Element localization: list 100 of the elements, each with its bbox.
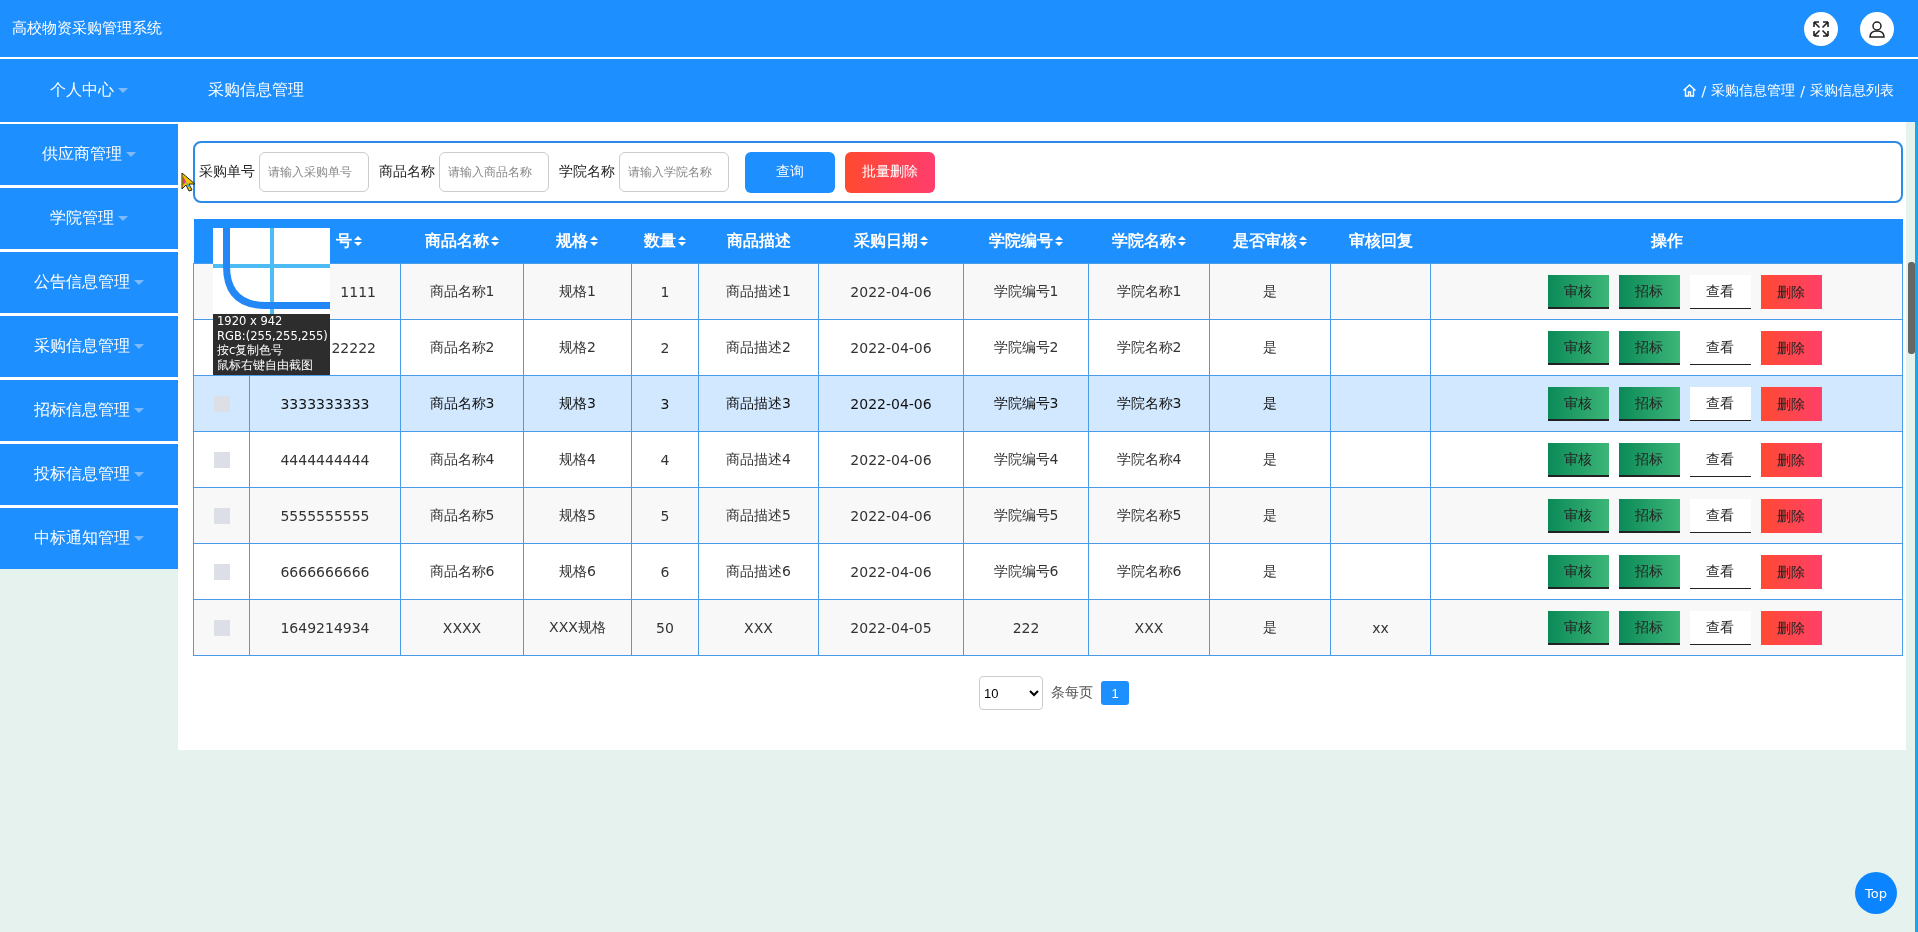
sidebar-item-label: 采购信息管理 xyxy=(34,336,130,357)
table-cell: 2022-04-06 xyxy=(818,263,964,320)
delete-button[interactable]: 删除 xyxy=(1760,610,1822,645)
column-header[interactable]: 规格 xyxy=(523,219,632,264)
fullscreen-icon xyxy=(1812,19,1830,38)
table-cell: 2022-04-06 xyxy=(818,375,964,432)
table-cell: 学院名称4 xyxy=(1088,431,1210,488)
search-field[interactable]: 请输入学院名称 xyxy=(619,152,729,192)
page-size-select[interactable]: 10 xyxy=(979,676,1043,710)
page-number[interactable]: 1 xyxy=(1101,681,1129,705)
sort-icon[interactable] xyxy=(1053,235,1064,247)
action-button[interactable]: 招标 xyxy=(1618,442,1680,477)
row-checkbox[interactable] xyxy=(213,508,230,524)
sidebar-item[interactable]: 个人中心 xyxy=(0,59,178,122)
sidebar-item[interactable]: 供应商管理 xyxy=(0,124,178,185)
sort-icon[interactable] xyxy=(918,235,929,247)
table-cell: 学院编号6 xyxy=(963,543,1089,600)
page-size-label: 条每页 xyxy=(1051,684,1093,702)
table-cell: 学院名称1 xyxy=(1088,263,1210,320)
fullscreen-button[interactable] xyxy=(1804,11,1838,46)
table-cell: 规格3 xyxy=(523,375,632,432)
view-button[interactable]: 查看 xyxy=(1689,610,1751,645)
action-button[interactable]: 招标 xyxy=(1618,610,1680,645)
action-button[interactable]: 招标 xyxy=(1618,386,1680,421)
view-button[interactable]: 查看 xyxy=(1689,498,1751,533)
caret-icon xyxy=(134,280,144,285)
sidebar-item[interactable]: 学院管理 xyxy=(0,188,178,249)
batch-delete-button[interactable]: 批量删除 xyxy=(845,151,935,193)
sidebar-item-label: 中标通知管理 xyxy=(34,528,130,549)
user-button[interactable] xyxy=(1860,11,1894,46)
scrollbar-thumb[interactable] xyxy=(1908,262,1915,354)
column-header: 商品描述 xyxy=(698,219,819,264)
sort-icon[interactable] xyxy=(489,235,500,247)
table-cell: 是 xyxy=(1209,431,1331,488)
action-button[interactable]: 招标 xyxy=(1618,274,1680,309)
action-button[interactable]: 审核 xyxy=(1547,330,1609,365)
action-button[interactable]: 招标 xyxy=(1618,330,1680,365)
action-button[interactable]: 审核 xyxy=(1547,386,1609,421)
sidebar-item[interactable]: 投标信息管理 xyxy=(0,444,178,505)
table-cell: 商品名称3 xyxy=(400,375,524,432)
home-icon[interactable] xyxy=(1681,83,1697,98)
caret-icon xyxy=(134,536,144,541)
breadcrumb-link[interactable]: 采购信息管理 xyxy=(1711,81,1796,100)
action-button[interactable]: 审核 xyxy=(1547,554,1609,589)
column-header[interactable]: 采购日期 xyxy=(818,219,964,264)
back-to-top-button[interactable]: Top xyxy=(1855,872,1897,914)
action-button[interactable]: 招标 xyxy=(1618,554,1680,589)
sidebar-item[interactable]: 中标通知管理 xyxy=(0,508,178,569)
action-button[interactable]: 审核 xyxy=(1547,610,1609,645)
sidebar-item[interactable]: 招标信息管理 xyxy=(0,380,178,441)
cursor-icon xyxy=(181,172,197,192)
column-header[interactable]: 商品名称 xyxy=(400,219,524,264)
action-button[interactable]: 招标 xyxy=(1618,498,1680,533)
table-cell: xx xyxy=(1330,599,1431,656)
delete-button[interactable]: 删除 xyxy=(1760,386,1822,421)
column-header[interactable]: 学院编号 xyxy=(963,219,1089,264)
view-button[interactable]: 查看 xyxy=(1689,386,1751,421)
table-cell: 5 xyxy=(631,487,699,544)
action-button[interactable]: 审核 xyxy=(1547,498,1609,533)
row-checkbox[interactable] xyxy=(213,396,230,412)
sort-icon[interactable] xyxy=(1297,235,1308,247)
search-field[interactable]: 请输入商品名称 xyxy=(439,152,549,192)
search-field[interactable]: 请输入采购单号 xyxy=(259,152,369,192)
table-cell: 4 xyxy=(631,431,699,488)
view-button[interactable]: 查看 xyxy=(1689,274,1751,309)
sort-icon[interactable] xyxy=(589,235,599,247)
column-header[interactable]: 是否审核 xyxy=(1209,219,1331,264)
table-cell: 学院名称6 xyxy=(1088,543,1210,600)
table-cell: XXXX xyxy=(400,599,524,656)
column-header[interactable]: 数量 xyxy=(631,219,699,264)
delete-button[interactable]: 删除 xyxy=(1760,442,1822,477)
table-cell: 商品名称6 xyxy=(400,543,524,600)
search-button[interactable]: 查询 xyxy=(745,151,835,193)
row-checkbox[interactable] xyxy=(213,620,230,636)
delete-button[interactable]: 删除 xyxy=(1760,554,1822,589)
table-cell: XXX xyxy=(698,599,819,656)
row-checkbox[interactable] xyxy=(213,564,230,580)
sidebar-item[interactable]: 公告信息管理 xyxy=(0,252,178,313)
scrollbar[interactable] xyxy=(1906,122,1918,932)
caret-icon xyxy=(118,216,128,221)
table-cell: 商品名称1 xyxy=(400,263,524,320)
table-cell: 6666666666 xyxy=(249,543,401,600)
sort-icon[interactable] xyxy=(352,235,363,247)
action-button[interactable]: 审核 xyxy=(1547,274,1609,309)
sort-icon[interactable] xyxy=(1176,235,1187,247)
sidebar-item[interactable]: 采购信息管理 xyxy=(0,316,178,377)
table-cell: 3333333333 xyxy=(249,375,401,432)
breadcrumb-link[interactable]: 采购信息列表 xyxy=(1810,81,1894,100)
table-cell: 4444444444 xyxy=(249,431,401,488)
delete-button[interactable]: 删除 xyxy=(1760,330,1822,365)
delete-button[interactable]: 删除 xyxy=(1760,274,1822,309)
delete-button[interactable]: 删除 xyxy=(1760,498,1822,533)
row-checkbox[interactable] xyxy=(213,452,230,468)
sidebar-item-label: 招标信息管理 xyxy=(34,400,130,421)
table-cell: 规格6 xyxy=(523,543,632,600)
action-button[interactable]: 审核 xyxy=(1547,442,1609,477)
table-cell: 6 xyxy=(631,543,699,600)
table-cell: XXX规格 xyxy=(523,599,632,656)
column-header[interactable]: 学院名称 xyxy=(1088,219,1210,264)
sort-icon[interactable] xyxy=(676,235,687,247)
